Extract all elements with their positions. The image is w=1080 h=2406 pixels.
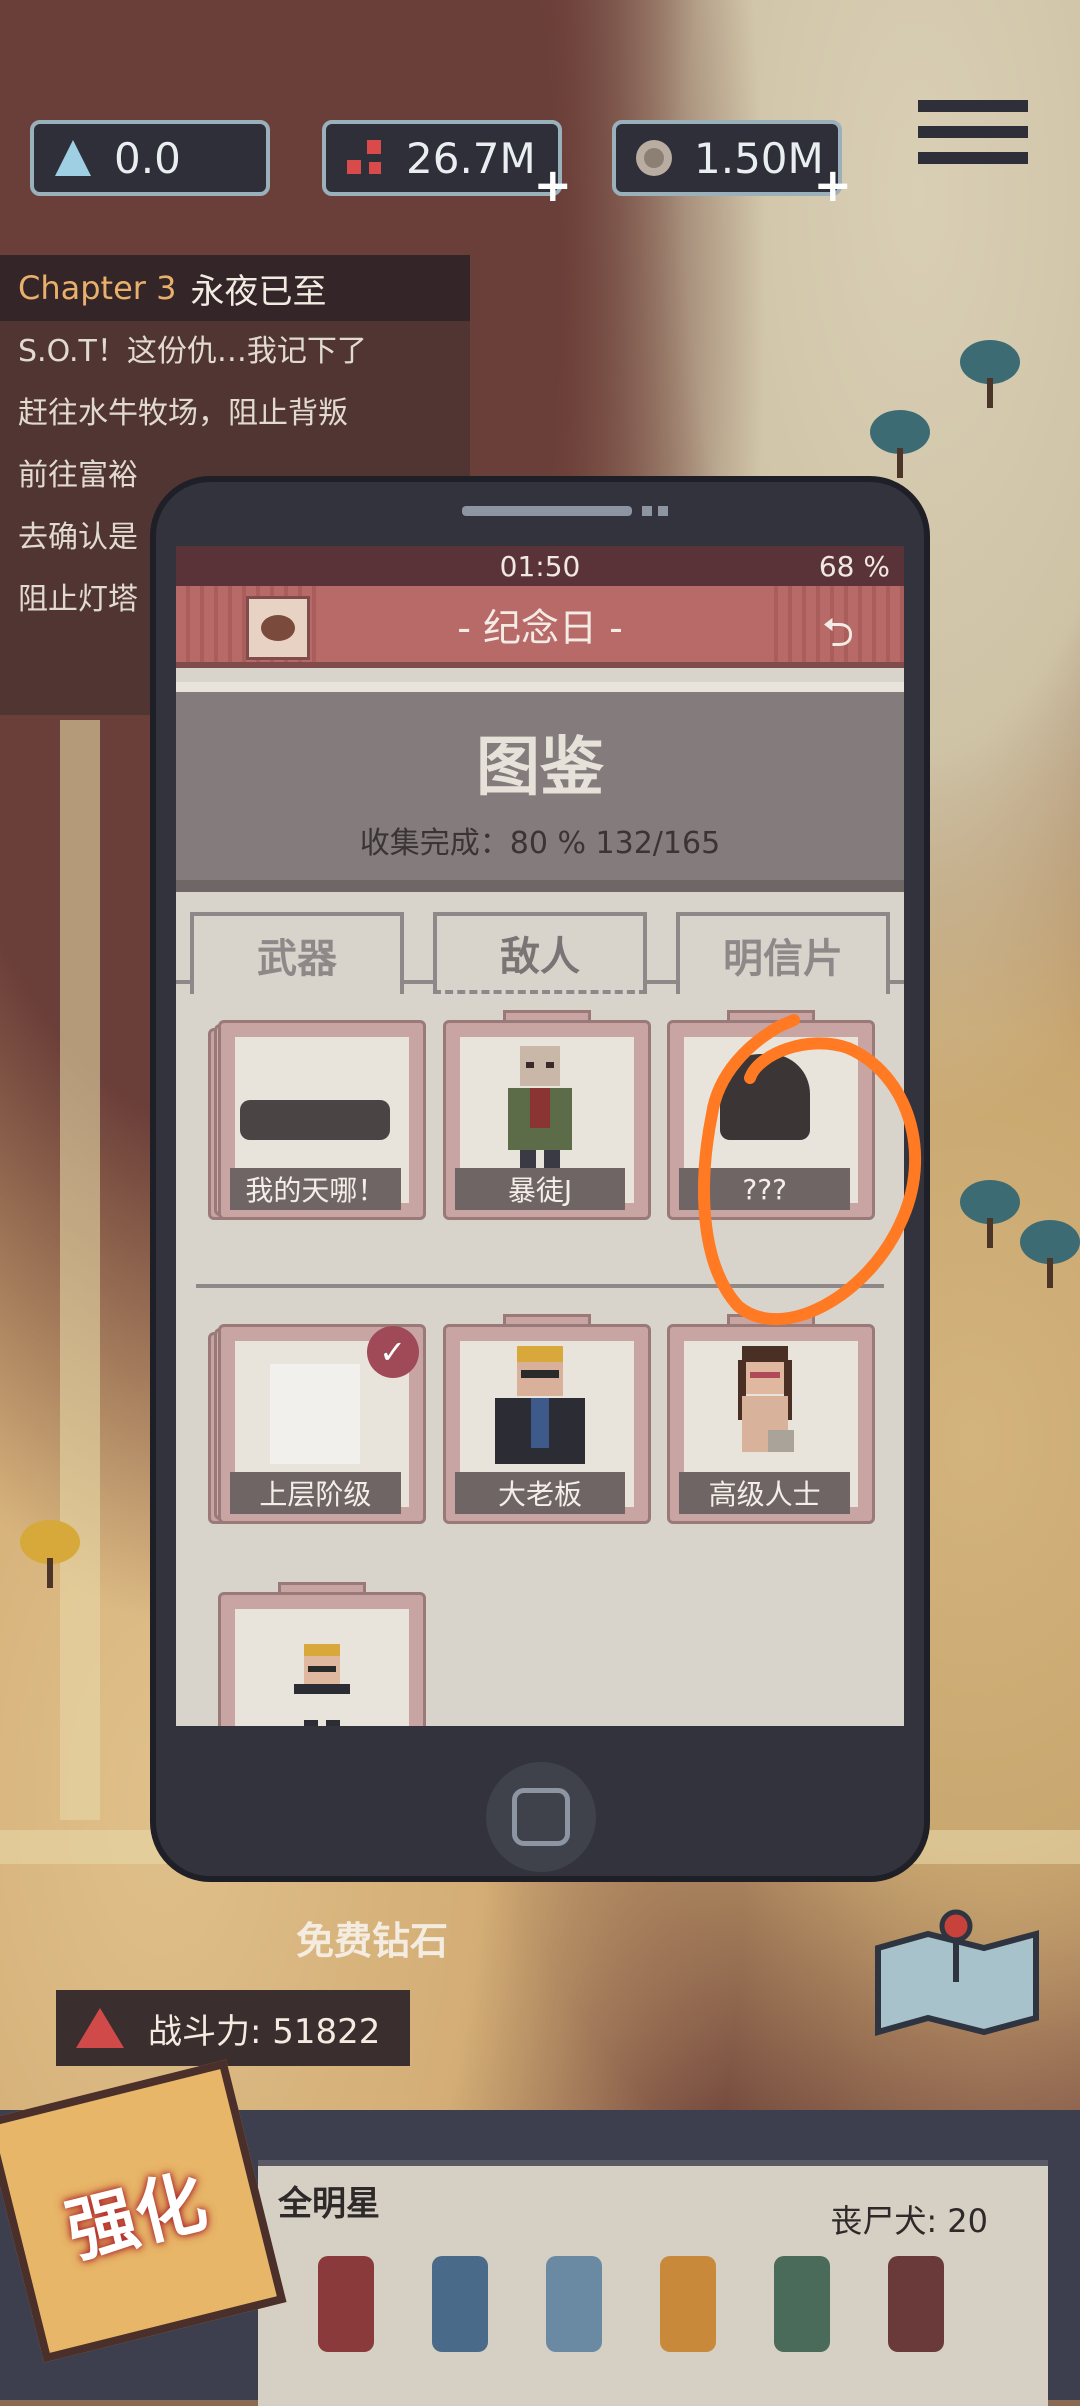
- chapter-name: 永夜已至: [190, 271, 327, 312]
- enemy-row: 富人: [196, 1582, 884, 1726]
- quest-item[interactable]: S.O.T！这份仇…我记下了: [0, 321, 470, 383]
- hamburger-menu-icon[interactable]: [918, 100, 1028, 190]
- collection-progress: 收集完成：80 % 132/165: [359, 826, 721, 861]
- tree-icon: [870, 410, 930, 478]
- phone-camera: [658, 506, 668, 516]
- enemy-name: 上层阶级: [230, 1472, 401, 1514]
- thug-j-sprite: [508, 1046, 572, 1170]
- collection-title: 图鉴: [476, 731, 604, 805]
- resource-value: 26.7M: [406, 133, 536, 183]
- tab-enemies[interactable]: 敌人: [433, 912, 647, 994]
- chapter-header: Chapter 3 永夜已至: [0, 255, 470, 321]
- add-resource-button[interactable]: +: [533, 158, 572, 212]
- enemy-card[interactable]: 高级人士: [667, 1314, 876, 1524]
- crystal-icon: [50, 135, 96, 181]
- character-sprite[interactable]: [318, 2256, 374, 2352]
- upgrade-label: 强化: [58, 2159, 215, 2274]
- map-road: [60, 720, 100, 1820]
- home-button[interactable]: [486, 1762, 596, 1872]
- combat-power-value: 战斗力: 51822: [148, 2011, 381, 2052]
- warning-icon: [76, 2008, 124, 2048]
- locked-silhouette: [240, 1100, 391, 1140]
- tree-icon: [20, 1520, 80, 1588]
- enemy-name: 高级人士: [679, 1472, 851, 1514]
- status-battery: 68 %: [818, 550, 890, 583]
- annotation-circle: [698, 1014, 922, 1326]
- page-title: - 纪念日 -: [316, 586, 764, 662]
- enemy-card[interactable]: 大老板: [442, 1314, 651, 1524]
- checkmark-icon: ✓: [366, 1326, 419, 1378]
- title-bar: - 纪念日 - ⮌: [176, 586, 904, 668]
- status-bar: 01:50 68 %: [176, 546, 904, 586]
- big-boss-sprite: [495, 1346, 585, 1464]
- tree-icon: [960, 1180, 1020, 1248]
- enemy-card[interactable]: 暴徒J: [442, 1010, 651, 1220]
- phone-speaker: [462, 506, 632, 516]
- all-star-panel[interactable]: 全明星 丧尸犬: 20: [258, 2160, 1048, 2406]
- collection-header: 图鉴 收集完成：80 % 132/165: [176, 682, 904, 892]
- quest-item[interactable]: 赶往水牛牧场，阻止背叛: [0, 383, 470, 445]
- crystal-value: 0.0: [114, 133, 181, 183]
- resource-icon: [342, 135, 388, 181]
- photo-icon: [246, 596, 310, 660]
- add-coin-button[interactable]: +: [813, 158, 852, 212]
- character-sprite[interactable]: [888, 2256, 944, 2352]
- map-icon[interactable]: [872, 1908, 1042, 2038]
- tab-weapons[interactable]: 武器: [190, 912, 404, 994]
- crystal-counter[interactable]: 0.0: [30, 120, 270, 196]
- coin-value: 1.50M: [694, 133, 824, 183]
- enemy-name: 大老板: [454, 1472, 626, 1514]
- character-sprite[interactable]: [546, 2256, 602, 2352]
- character-row: [318, 2256, 944, 2352]
- enemy-name: 暴徒J: [454, 1168, 626, 1210]
- combat-power: 战斗力: 51822: [56, 1990, 410, 2066]
- enemy-name: 我的天哪！: [230, 1168, 401, 1210]
- tab-postcards[interactable]: 明信片: [676, 912, 890, 994]
- all-star-title: 全明星: [278, 2184, 380, 2224]
- free-gems-label[interactable]: 免费钻石: [296, 1910, 448, 1965]
- coin-counter[interactable]: 1.50M +: [612, 120, 852, 212]
- tree-icon: [960, 340, 1020, 408]
- enemy-portrait: [270, 1364, 361, 1464]
- character-sprite[interactable]: [660, 2256, 716, 2352]
- back-arrow-icon[interactable]: ⮌: [822, 604, 854, 672]
- zombie-dog-count: 丧尸犬: 20: [830, 2202, 988, 2240]
- character-sprite[interactable]: [774, 2256, 830, 2352]
- status-time: 01:50: [499, 550, 581, 583]
- tree-icon: [1020, 1220, 1080, 1288]
- enemy-card[interactable]: 我的天哪！: [208, 1020, 426, 1220]
- resource-counter[interactable]: 26.7M +: [322, 120, 572, 212]
- collection-tabs: 武器 敌人 明信片: [176, 892, 904, 994]
- enemy-card[interactable]: 富人: [218, 1582, 426, 1726]
- elite-sprite: [737, 1346, 794, 1452]
- rich-man-sprite: [294, 1644, 350, 1726]
- character-sprite[interactable]: [432, 2256, 488, 2352]
- coin-icon: [632, 135, 676, 181]
- phone-camera: [642, 506, 652, 516]
- chapter-label: Chapter 3: [18, 269, 177, 307]
- enemy-card[interactable]: ✓ 上层阶级: [208, 1324, 426, 1524]
